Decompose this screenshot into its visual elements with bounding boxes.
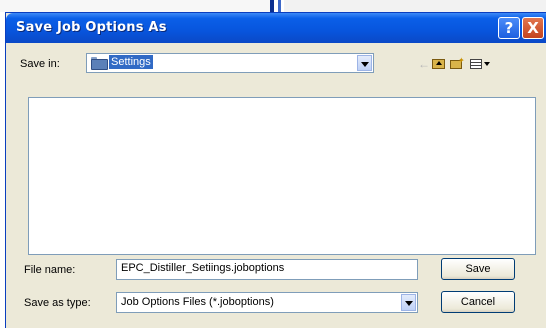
save-button[interactable]: Save [441, 258, 515, 280]
save-as-type-label: Save as type: [24, 297, 91, 309]
background-window-border-light [278, 0, 281, 12]
up-one-level-icon[interactable] [430, 57, 448, 71]
new-folder-icon[interactable]: ✦ [449, 57, 465, 71]
chevron-down-icon[interactable] [357, 55, 372, 71]
help-button[interactable]: ? [498, 17, 520, 39]
dialog-title: Save Job Options As [16, 20, 167, 35]
save-in-value: Settings [109, 55, 153, 69]
save-as-type-dropdown[interactable]: Job Options Files (*.joboptions) [116, 292, 418, 313]
background-window-border [270, 0, 274, 12]
back-arrow-icon[interactable]: ← [417, 57, 431, 71]
file-list[interactable] [28, 97, 536, 255]
folder-icon [91, 57, 108, 70]
file-name-field[interactable]: EPC_Distiller_Setiings.joboptions [116, 259, 418, 280]
views-menu-icon[interactable] [469, 57, 495, 71]
save-in-dropdown[interactable]: Settings [86, 53, 374, 73]
save-in-label: Save in: [20, 58, 60, 70]
title-bar[interactable]: Save Job Options As ? X [6, 13, 546, 43]
save-as-type-value: Job Options Files (*.joboptions) [121, 296, 274, 308]
close-button[interactable]: X [522, 17, 544, 39]
file-name-label: File name: [24, 264, 76, 276]
save-dialog: Save Job Options As ? X Save in: Setting… [5, 12, 546, 328]
cancel-button[interactable]: Cancel [441, 291, 515, 313]
background-window-strip [0, 0, 546, 12]
background-window-right [284, 0, 546, 12]
chevron-down-icon[interactable] [401, 294, 416, 311]
background-window-left [0, 0, 270, 12]
